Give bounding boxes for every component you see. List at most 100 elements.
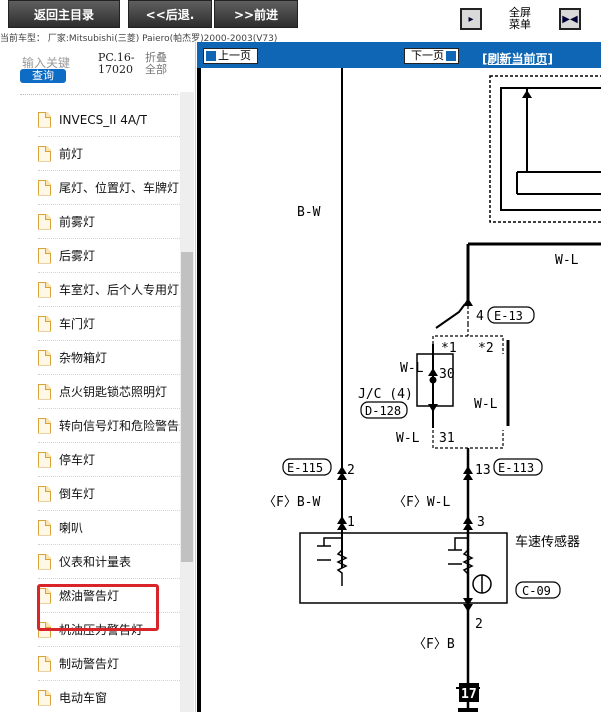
document-icon xyxy=(38,689,51,706)
tree-item-label: 仪表和计量表 xyxy=(59,555,132,569)
connector-arrow xyxy=(522,90,532,98)
label-pin-4: 4 xyxy=(476,309,484,324)
collapse-panel-icon[interactable]: ▸ xyxy=(460,8,482,30)
query-button[interactable]: 查询 xyxy=(20,69,66,83)
tree-item-label: 前灯 xyxy=(59,147,84,161)
tree-item-label: 停车灯 xyxy=(59,453,96,467)
tree-item-label: 制动警告灯 xyxy=(59,657,120,671)
label-f-wl: 〈F〉W-L xyxy=(393,495,450,510)
tree-item[interactable]: 车门灯 xyxy=(38,307,180,341)
prev-page-button[interactable]: 上一页 xyxy=(203,48,258,64)
tree-item-label: INVECS_II 4A/T xyxy=(59,112,148,127)
label-bw: B-W xyxy=(297,205,321,220)
tree-item[interactable]: 杂物箱灯 xyxy=(38,341,180,375)
connector-arrow xyxy=(337,516,347,530)
tree-item[interactable]: 后雾灯 xyxy=(38,239,180,273)
tree-item-label: 前雾灯 xyxy=(59,215,96,229)
ground-number-badge xyxy=(458,708,478,712)
label-f-b: 〈F〉B xyxy=(413,637,455,652)
connector-arrow xyxy=(428,404,438,412)
fullscreen-menu-label[interactable]: 全屏 菜单 xyxy=(504,7,536,31)
resistor-right xyxy=(462,538,474,575)
tree-item[interactable]: 车室灯、后个人专用灯 xyxy=(38,273,180,307)
connector-arrow xyxy=(463,298,473,306)
tree-item[interactable]: 停车灯 xyxy=(38,443,180,477)
label-jc4: J/C (4) xyxy=(358,387,413,402)
tree-item-label: 转向信号灯和危险警告灯 xyxy=(59,419,180,433)
document-icon xyxy=(38,519,51,536)
label-c09: C-09 xyxy=(522,584,551,598)
label-pin-13: 13 xyxy=(475,463,491,478)
document-icon xyxy=(38,247,51,264)
label-wl-right: W-L xyxy=(474,397,498,412)
tree-item[interactable]: INVECS_II 4A/T xyxy=(38,103,180,137)
top-toolbar: 返回主目录 <<后退. >>前进 ▸ 全屏 菜单 ▶◀ 当前车型： 厂家:Mit… xyxy=(0,0,601,44)
label-e13: E-13 xyxy=(494,309,523,323)
label-wl-31: W-L xyxy=(396,431,420,446)
label-f-bw: 〈F〉B-W xyxy=(263,495,320,510)
tree-item-label: 喇叭 xyxy=(59,521,84,535)
left-arrow-icon xyxy=(206,51,216,61)
document-code: PC.16- 17020 xyxy=(98,51,135,76)
connector-arrow xyxy=(463,598,473,612)
label-pin-31: 31 xyxy=(439,431,455,446)
right-arrow-icon xyxy=(446,51,456,61)
document-icon xyxy=(38,349,51,366)
document-icon xyxy=(38,655,51,672)
connector-arrow xyxy=(337,466,347,480)
tree-item[interactable]: 制动警告灯 xyxy=(38,647,180,681)
tree-item-label: 杂物箱灯 xyxy=(59,351,108,365)
document-icon xyxy=(38,145,51,162)
label-pin-3: 3 xyxy=(477,515,485,530)
home-button[interactable]: 返回主目录 xyxy=(8,0,120,28)
tree-item-label: 倒车灯 xyxy=(59,487,96,501)
label-e115: E-115 xyxy=(287,461,323,475)
connector-arrow xyxy=(463,466,473,480)
collapse-all-link[interactable]: 折叠 全部 xyxy=(145,52,167,76)
tree-item-label: 车室灯、后个人专用灯 xyxy=(59,283,180,297)
document-icon xyxy=(38,553,51,570)
tree-item[interactable]: 喇叭 xyxy=(38,511,180,545)
refresh-page-link[interactable]: [刷新当前页] xyxy=(482,50,553,67)
tree-item[interactable]: 电动车窗 xyxy=(38,681,180,712)
label-wl-30: W-L xyxy=(400,361,424,376)
back-button[interactable]: <<后退. xyxy=(128,0,212,28)
connector-arrow xyxy=(428,368,438,376)
tree-item[interactable]: 尾灯、位置灯、车牌灯 xyxy=(38,171,180,205)
connector-arrow xyxy=(463,516,473,530)
document-icon xyxy=(38,213,51,230)
tree-item[interactable]: 转向信号灯和危险警告灯 xyxy=(38,409,180,443)
dashed-component-box xyxy=(489,75,601,223)
document-icon xyxy=(38,315,51,332)
document-icon xyxy=(38,111,51,128)
selected-item-highlight xyxy=(37,584,159,631)
label-star1: *1 xyxy=(441,341,457,356)
switch-contact xyxy=(435,303,466,329)
tree-item[interactable]: 点火钥匙锁芯照明灯 xyxy=(38,375,180,409)
expand-panel-icon[interactable]: ▶◀ xyxy=(559,8,581,30)
viewer-toolbar: 上一页 下一页 [刷新当前页] xyxy=(197,42,601,68)
capacitor-right xyxy=(448,537,468,565)
document-icon xyxy=(38,451,51,468)
sidebar-scrollbar[interactable] xyxy=(180,92,194,712)
label-ground-17: 17 xyxy=(461,687,477,702)
tree-item[interactable]: 仪表和计量表 xyxy=(38,545,180,579)
wiring-diagram: B-W W-L 4 E-13 *1 *2 W-L 30 J/C (4) D-12… xyxy=(197,68,601,712)
tree-item[interactable]: 倒车灯 xyxy=(38,477,180,511)
label-star2: *2 xyxy=(478,341,494,356)
tree-item[interactable]: 前雾灯 xyxy=(38,205,180,239)
speed-sensor-box xyxy=(299,532,508,604)
document-viewer: 上一页 下一页 [刷新当前页] B-W W-L 4 E-13 *1 *2 W-L… xyxy=(197,42,601,712)
document-icon xyxy=(38,417,51,434)
tree-item-label: 电动车窗 xyxy=(59,691,108,705)
label-pin-1: 1 xyxy=(347,515,355,530)
tree-item-label: 点火钥匙锁芯照明灯 xyxy=(59,385,168,399)
scrollbar-thumb[interactable] xyxy=(181,252,193,562)
next-page-button[interactable]: 下一页 xyxy=(404,48,459,64)
document-icon xyxy=(38,281,51,298)
document-icon xyxy=(38,179,51,196)
capacitor-left xyxy=(317,537,342,561)
tree-item[interactable]: 前灯 xyxy=(38,137,180,171)
forward-button[interactable]: >>前进 xyxy=(214,0,298,28)
divider xyxy=(20,94,178,95)
